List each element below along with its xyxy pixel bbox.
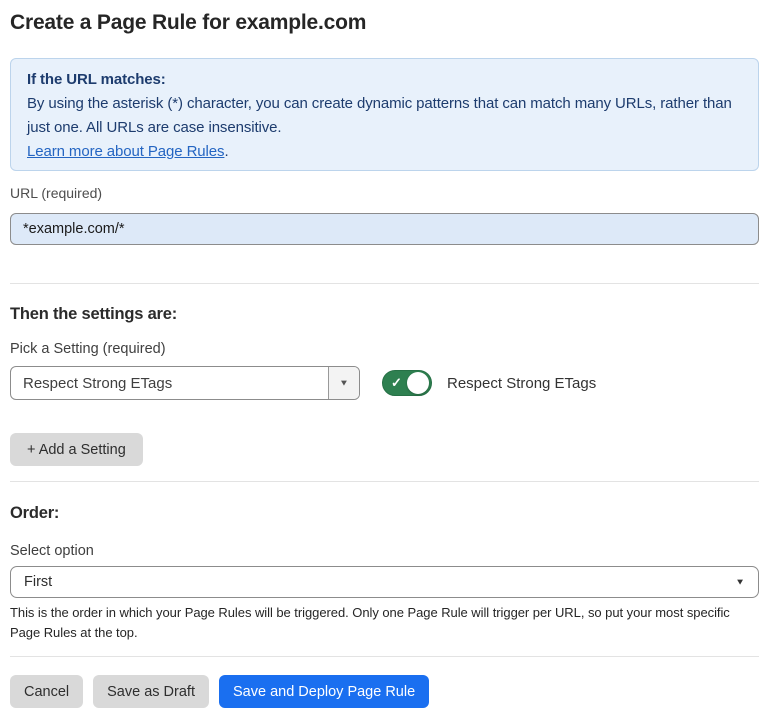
etags-toggle[interactable]: ✓ — [382, 370, 432, 396]
setting-row: Respect Strong ETags ▼ ✓ Respect Strong … — [10, 366, 759, 400]
create-page-rule-form: Create a Page Rule for example.com If th… — [0, 10, 769, 708]
order-help-text: This is the order in which your Page Rul… — [10, 603, 759, 643]
footer-actions: Cancel Save as Draft Save and Deploy Pag… — [10, 675, 759, 708]
setting-select[interactable]: Respect Strong ETags ▼ — [10, 366, 360, 400]
url-input[interactable] — [10, 213, 759, 245]
pick-setting-label: Pick a Setting (required) — [10, 341, 759, 358]
section-divider — [10, 283, 759, 284]
add-setting-button[interactable]: + Add a Setting — [10, 433, 143, 466]
order-section-heading: Order: — [10, 503, 759, 523]
info-box-heading: If the URL matches: — [27, 68, 742, 92]
settings-section-heading: Then the settings are: — [10, 304, 759, 324]
chevron-down-icon: ▼ — [735, 577, 745, 586]
info-box-link-line: Learn more about Page Rules. — [27, 140, 742, 164]
link-suffix-text: . — [224, 143, 228, 160]
url-field-label: URL (required) — [10, 185, 759, 202]
cancel-button[interactable]: Cancel — [10, 675, 83, 708]
order-select-label: Select option — [10, 543, 759, 560]
info-box-body: By using the asterisk (*) character, you… — [27, 92, 742, 140]
save-draft-button[interactable]: Save as Draft — [93, 675, 209, 708]
save-deploy-button[interactable]: Save and Deploy Page Rule — [219, 675, 429, 708]
learn-more-link[interactable]: Learn more about Page Rules — [27, 143, 224, 160]
toggle-knob — [407, 372, 429, 394]
toggle-check-icon: ✓ — [391, 376, 402, 389]
setting-select-value: Respect Strong ETags — [11, 375, 328, 392]
page-title: Create a Page Rule for example.com — [10, 10, 759, 36]
order-select[interactable]: First ▼ — [10, 566, 759, 598]
url-match-info-box: If the URL matches: By using the asteris… — [10, 58, 759, 171]
section-divider — [10, 481, 759, 482]
order-select-value: First — [24, 574, 52, 590]
dropdown-arrow-icon: ▼ — [339, 378, 349, 387]
setting-select-arrow-button[interactable]: ▼ — [328, 367, 359, 399]
toggle-label: Respect Strong ETags — [447, 375, 596, 392]
footer-divider — [10, 656, 759, 657]
